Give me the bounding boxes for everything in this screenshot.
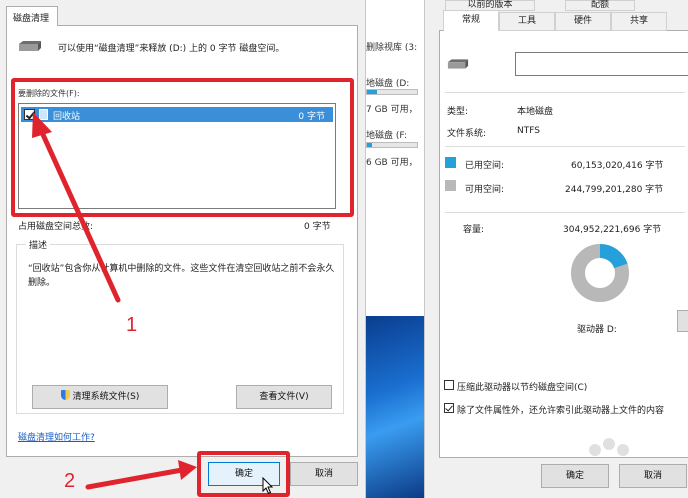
description-title: 描述 bbox=[26, 238, 51, 251]
tab-tools[interactable]: 工具 bbox=[499, 12, 555, 31]
how-cleanup-works-link[interactable]: 磁盘清理如何工作? bbox=[18, 430, 95, 443]
index-content-checkbox[interactable] bbox=[444, 403, 454, 413]
cancel-button[interactable]: 取消 bbox=[290, 462, 358, 486]
file-system-value: NTFS bbox=[517, 126, 540, 136]
disk-cleanup-dialog: 磁盘清理 可以使用“磁盘清理”来释放 (D:) 上的 0 字节 磁盘空间。 要删… bbox=[0, 0, 366, 498]
free-space-swatch bbox=[445, 180, 456, 191]
mouse-cursor-icon bbox=[262, 477, 274, 495]
view-files-button[interactable]: 查看文件(V) bbox=[236, 385, 332, 409]
explorer-item-drive-f[interactable]: 地磁盘 (F: bbox=[366, 128, 407, 141]
explorer-item-drive-d[interactable]: 地磁盘 (D: bbox=[366, 76, 409, 89]
free-space-label: 可用空间: bbox=[465, 185, 505, 195]
total-space-label: 占用磁盘空间总数: bbox=[18, 222, 94, 232]
disk-usage-donut bbox=[571, 244, 629, 302]
used-space-label: 已用空间: bbox=[465, 161, 505, 171]
compress-drive-checkbox[interactable] bbox=[444, 380, 454, 390]
properties-ok-button[interactable]: 确定 bbox=[541, 464, 609, 488]
used-space-swatch bbox=[445, 157, 456, 168]
drive-name-input[interactable] bbox=[515, 52, 688, 76]
explorer-window-behind: 删除视库 (3: 地磁盘 (D: 7 GB 可用， 地磁盘 (F: 6 GB 可… bbox=[366, 0, 424, 498]
clean-system-files-button[interactable]: 清理系统文件(S) bbox=[32, 385, 168, 409]
general-panel bbox=[439, 30, 688, 458]
divider bbox=[445, 212, 685, 213]
type-value: 本地磁盘 bbox=[517, 107, 554, 117]
hard-drive-icon bbox=[19, 41, 41, 51]
index-content-label: 除了文件属性外，还允许索引此驱动器上文件的内容 bbox=[457, 406, 665, 416]
file-system-label: 文件系统: bbox=[447, 129, 487, 139]
drive-d-free-text: 7 GB 可用， bbox=[366, 105, 418, 115]
capacity-value: 304,952,221,696 字节 bbox=[563, 225, 662, 235]
highlight-box-ok-button bbox=[197, 451, 290, 497]
step-number-1: 1 bbox=[126, 314, 138, 336]
drive-d-usage-bar bbox=[366, 89, 418, 95]
disk-cleanup-button-partial[interactable] bbox=[677, 310, 688, 332]
tab-disk-cleanup[interactable]: 磁盘清理 bbox=[6, 6, 58, 26]
explorer-item-video-library[interactable]: 删除视库 (3: bbox=[366, 40, 417, 53]
divider bbox=[445, 146, 685, 147]
drive-letter-label: 驱动器 D: bbox=[577, 325, 617, 335]
compress-drive-label: 压缩此驱动器以节约磁盘空间(C) bbox=[457, 383, 588, 393]
tab-general[interactable]: 常规 bbox=[443, 10, 499, 31]
divider bbox=[445, 92, 685, 93]
drive-f-usage-bar bbox=[366, 142, 418, 148]
step-number-2: 2 bbox=[64, 470, 76, 492]
highlight-box-file-list bbox=[11, 78, 354, 217]
cleanup-intro-text: 可以使用“磁盘清理”来释放 (D:) 上的 0 字节 磁盘空间。 bbox=[58, 44, 285, 54]
drive-properties-dialog: 以前的版本 配额 常规 工具 硬件 共享 类型: 本地磁盘 文件系统: NTFS… bbox=[424, 0, 688, 498]
capacity-label: 容量: bbox=[463, 225, 485, 235]
tab-quota[interactable]: 配额 bbox=[565, 0, 635, 11]
tab-hardware[interactable]: 硬件 bbox=[555, 12, 611, 31]
uac-shield-icon bbox=[60, 390, 70, 400]
drive-f-free-text: 6 GB 可用， bbox=[366, 158, 418, 168]
hard-drive-icon bbox=[447, 59, 469, 69]
properties-cancel-button[interactable]: 取消 bbox=[619, 464, 687, 488]
description-text: “回收站”包含你从计算机中删除的文件。这些文件在清空回收站之前不会永久删除。 bbox=[28, 264, 335, 288]
clean-system-files-label: 清理系统文件(S) bbox=[72, 392, 140, 402]
desktop-wallpaper bbox=[366, 316, 424, 498]
type-label: 类型: bbox=[447, 107, 469, 117]
used-space-value: 60,153,020,416 字节 bbox=[571, 161, 664, 171]
free-space-value: 244,799,201,280 字节 bbox=[565, 185, 664, 195]
tab-sharing[interactable]: 共享 bbox=[611, 12, 667, 31]
total-space-value: 0 字节 bbox=[304, 222, 331, 232]
